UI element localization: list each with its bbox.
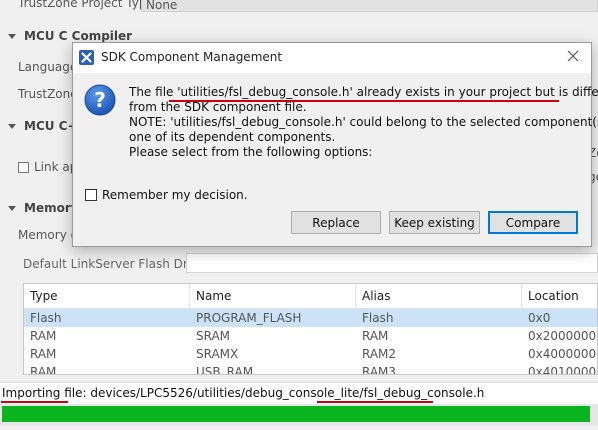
section-title: MCU C+ — [24, 119, 78, 133]
message-line: The file 'utilities/fsl_debug_console.h'… — [129, 85, 598, 99]
app-x-icon — [79, 50, 94, 65]
replace-button[interactable]: Replace — [291, 211, 381, 234]
annotation-underline — [1, 401, 68, 403]
memory-details-label: Memory d — [18, 228, 79, 242]
svg-text:?: ? — [94, 88, 106, 112]
remember-label: Remember my decision. — [102, 188, 248, 202]
column-header-alias[interactable]: Alias — [356, 284, 522, 308]
checkbox-box[interactable] — [85, 189, 97, 201]
column-header-name[interactable]: Name — [190, 284, 356, 308]
close-icon[interactable] — [565, 48, 581, 64]
cell-name: PROGRAM_FLASH — [196, 311, 302, 325]
message-line: Please select from the following options… — [129, 145, 373, 159]
cell-location: 0x4000000 — [528, 347, 597, 361]
language-label: Language — [18, 60, 78, 74]
chevron-down-icon — [8, 123, 16, 129]
column-header-type[interactable]: Type — [24, 284, 190, 308]
chevron-down-icon — [8, 205, 16, 211]
dialog-message: The file 'utilities/fsl_debug_console.h'… — [129, 85, 598, 160]
cell-location: 0x0 — [528, 311, 551, 325]
table-row[interactable]: RAM SRAMX RAM2 0x4000000 — [24, 345, 597, 363]
table-header: Type Name Alias Location — [24, 284, 597, 309]
question-icon: ? — [84, 84, 116, 116]
flash-driver-label: Default LinkServer Flash Driver — [23, 257, 211, 271]
section-title: Memory — [24, 201, 79, 215]
keep-existing-button[interactable]: Keep existing — [389, 211, 480, 234]
table-row[interactable]: Flash PROGRAM_FLASH Flash 0x0 — [24, 309, 597, 327]
cell-type: RAM — [30, 347, 57, 361]
trustzone-project-type-label: TrustZone Project Type — [18, 0, 154, 10]
cell-type: Flash — [30, 311, 62, 325]
cell-name: SRAM — [196, 329, 231, 343]
cell-alias: RAM3 — [362, 365, 397, 375]
progress-bar — [2, 406, 590, 422]
cell-type: RAM — [30, 329, 57, 343]
chevron-down-icon — [8, 33, 16, 39]
message-line: one of its dependent components. — [129, 130, 336, 144]
cell-location: 0x20000000 — [528, 329, 597, 343]
table-row[interactable]: RAM USB_RAM RAM3 0x40100000 — [24, 363, 597, 375]
annotation-underline — [169, 100, 559, 102]
status-prefix: Importing file: — [2, 386, 87, 400]
flash-driver-field[interactable] — [186, 253, 598, 273]
trustzone-project-type-field[interactable]: None — [141, 0, 598, 12]
cell-alias: RAM2 — [362, 347, 397, 361]
checkbox-box[interactable] — [18, 161, 29, 173]
dialog-title: SDK Component Management — [101, 50, 283, 64]
remember-decision-checkbox[interactable]: Remember my decision. — [85, 188, 248, 202]
status-bar: Importing file: devices/LPC5526/utilitie… — [0, 382, 598, 404]
section-memory[interactable]: Memory — [8, 199, 79, 217]
section-title: MCU C Compiler — [24, 29, 133, 43]
message-line: NOTE: 'utilities/fsl_debug_console.h' co… — [129, 115, 598, 129]
section-mcu-cpp[interactable]: MCU C+ — [8, 117, 78, 135]
annotation-underline — [317, 401, 433, 403]
cell-location: 0x40100000 — [528, 365, 597, 375]
message-line: from the SDK component file. — [129, 100, 307, 114]
dialog-titlebar[interactable]: SDK Component Management — [73, 43, 591, 73]
compare-button[interactable]: Compare — [488, 211, 578, 234]
sdk-component-dialog: SDK Component Management ? The file 'uti… — [72, 42, 598, 247]
trustzone-label: TrustZone — [18, 87, 78, 101]
table-row[interactable]: RAM SRAM RAM 0x20000000 — [24, 327, 597, 345]
cell-type: RAM — [30, 365, 57, 375]
memory-table: Type Name Alias Location Flash PROGRAM_F… — [23, 283, 598, 375]
cell-name: SRAMX — [196, 347, 239, 361]
cell-alias: RAM — [362, 329, 389, 343]
status-path: devices/LPC5526/utilities/debug_console_… — [90, 386, 485, 400]
cell-alias: Flash — [362, 311, 394, 325]
column-header-location[interactable]: Location — [522, 284, 597, 308]
cell-name: USB_RAM — [196, 365, 254, 375]
